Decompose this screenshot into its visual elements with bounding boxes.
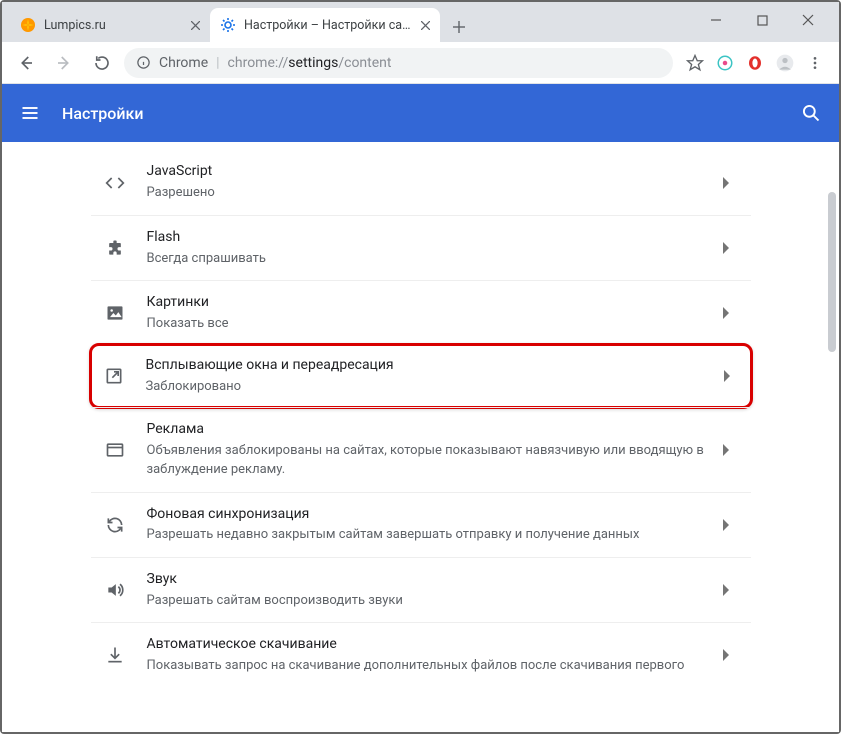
code-icon bbox=[95, 173, 135, 193]
row-subtitle: Всегда спрашивать bbox=[147, 249, 721, 269]
forward-button[interactable] bbox=[48, 47, 80, 79]
reload-button[interactable] bbox=[86, 47, 118, 79]
chrome-label: Chrome bbox=[159, 55, 208, 71]
close-window-button[interactable] bbox=[785, 6, 831, 34]
row-javascript[interactable]: JavaScript Разрешено bbox=[91, 150, 751, 215]
puzzle-icon bbox=[95, 238, 135, 258]
address-bar: Chrome | chrome://settings/content bbox=[2, 42, 839, 84]
row-ads[interactable]: Реклама Объявления заблокированы на сайт… bbox=[91, 407, 751, 492]
vertical-scrollbar[interactable] bbox=[828, 152, 836, 720]
tab-lumpics[interactable]: Lumpics.ru bbox=[10, 8, 210, 42]
row-title: Звук bbox=[147, 570, 721, 590]
row-title: Автоматическое скачивание bbox=[147, 635, 721, 655]
scrollbar-thumb[interactable] bbox=[828, 192, 836, 352]
row-subtitle: Показать все bbox=[147, 314, 721, 334]
lumpics-favicon-icon bbox=[20, 17, 36, 33]
window-controls bbox=[693, 6, 831, 34]
profile-avatar-icon[interactable] bbox=[775, 53, 795, 73]
chrome-info-icon bbox=[136, 55, 151, 70]
row-title: Flash bbox=[147, 228, 721, 248]
chevron-right-icon bbox=[721, 241, 731, 255]
chevron-right-icon bbox=[722, 369, 732, 383]
row-subtitle: Показывать запрос на скачивание дополнит… bbox=[147, 656, 721, 676]
row-title: Картинки bbox=[147, 293, 721, 313]
tab-close-icon[interactable] bbox=[421, 21, 430, 30]
tab-title: Настройки – Настройки сайта bbox=[244, 18, 413, 33]
row-title: Всплывающие окна и переадресация bbox=[146, 356, 722, 376]
tab-settings[interactable]: Настройки – Настройки сайта bbox=[210, 8, 440, 42]
row-subtitle: Объявления заблокированы на сайтах, кото… bbox=[147, 441, 721, 480]
browser-menu-icon[interactable] bbox=[805, 53, 825, 73]
sync-icon bbox=[95, 515, 135, 535]
download-icon bbox=[95, 645, 135, 665]
chevron-right-icon bbox=[721, 176, 731, 190]
row-subtitle: Разрешать недавно закрытым сайтам заверш… bbox=[147, 525, 721, 545]
back-button[interactable] bbox=[10, 47, 42, 79]
hamburger-menu-icon[interactable] bbox=[20, 103, 40, 123]
settings-content: JavaScript Разрешено Flash Всегда спраши… bbox=[2, 142, 839, 732]
sound-icon bbox=[95, 580, 135, 600]
image-icon bbox=[95, 303, 135, 323]
extension-yandex-icon[interactable] bbox=[715, 53, 735, 73]
settings-search-icon[interactable] bbox=[801, 103, 821, 123]
new-tab-button[interactable] bbox=[444, 12, 474, 42]
row-popups-highlighted[interactable]: Всплывающие окна и переадресация Заблоки… bbox=[89, 343, 753, 409]
extension-opera-icon[interactable] bbox=[745, 53, 765, 73]
extension-icons bbox=[679, 53, 831, 73]
open-in-new-icon bbox=[94, 366, 134, 386]
chevron-right-icon bbox=[721, 443, 731, 457]
row-subtitle: Заблокировано bbox=[146, 377, 722, 397]
tab-close-icon[interactable] bbox=[191, 21, 200, 30]
content-settings-list: JavaScript Разрешено Flash Всегда спраши… bbox=[91, 150, 751, 732]
minimize-button[interactable] bbox=[693, 6, 739, 34]
chevron-right-icon bbox=[721, 306, 731, 320]
row-title: JavaScript bbox=[147, 162, 721, 182]
page-title: Настройки bbox=[62, 104, 143, 123]
row-subtitle: Разрешено bbox=[147, 183, 721, 203]
url-text: chrome://settings/content bbox=[228, 55, 392, 71]
tab-title: Lumpics.ru bbox=[44, 18, 183, 33]
maximize-button[interactable] bbox=[739, 6, 785, 34]
row-sound[interactable]: Звук Разрешать сайтам воспроизводить зву… bbox=[91, 557, 751, 622]
omnibox[interactable]: Chrome | chrome://settings/content bbox=[124, 48, 673, 78]
row-title: Реклама bbox=[147, 420, 721, 440]
row-images[interactable]: Картинки Показать все bbox=[91, 280, 751, 345]
row-auto-download[interactable]: Автоматическое скачивание Показывать зап… bbox=[91, 622, 751, 687]
row-flash[interactable]: Flash Всегда спрашивать bbox=[91, 215, 751, 280]
omnibox-separator: | bbox=[216, 55, 219, 71]
chevron-right-icon bbox=[721, 518, 731, 532]
row-background-sync[interactable]: Фоновая синхронизация Разрешать недавно … bbox=[91, 492, 751, 557]
settings-header: Настройки bbox=[2, 84, 839, 142]
window-icon bbox=[95, 440, 135, 460]
settings-favicon-icon bbox=[220, 17, 236, 33]
row-title: Фоновая синхронизация bbox=[147, 505, 721, 525]
chevron-right-icon bbox=[721, 583, 731, 597]
row-subtitle: Разрешать сайтам воспроизводить звуки bbox=[147, 591, 721, 611]
chevron-right-icon bbox=[721, 648, 731, 662]
star-bookmark-icon[interactable] bbox=[685, 53, 705, 73]
